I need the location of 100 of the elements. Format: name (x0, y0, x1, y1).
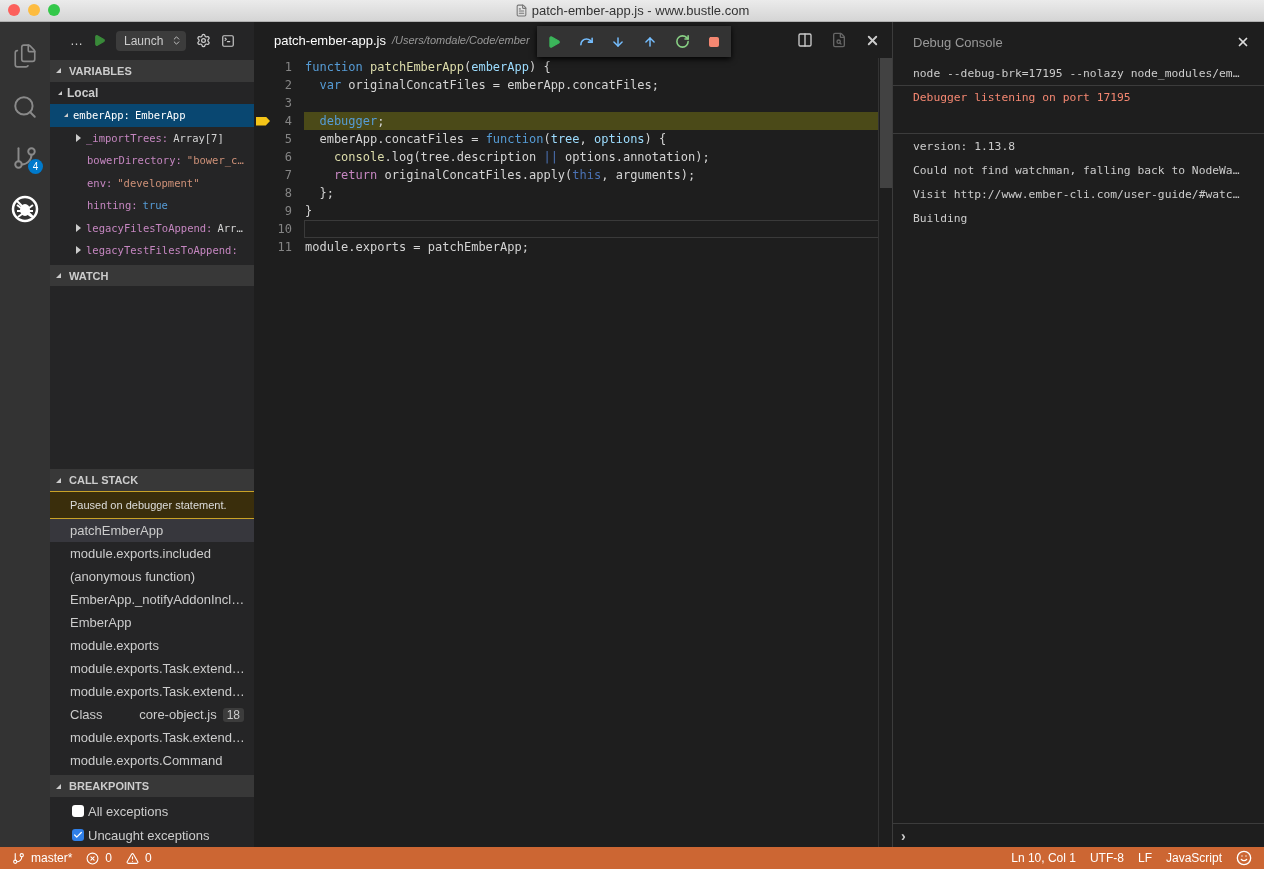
checkbox[interactable] (72, 829, 84, 841)
variable-name: bowerDirectory: (87, 154, 182, 167)
console-line: version: 1.13.8 (913, 139, 1016, 153)
line-number: 5 (283, 132, 292, 146)
stack-frame[interactable]: EmberApp (50, 611, 254, 635)
line-number: 10 (276, 222, 292, 236)
launch-select[interactable]: Launch (116, 30, 187, 51)
collapsed-icon[interactable] (76, 133, 81, 142)
stack-frame[interactable]: module.exports.included (50, 542, 254, 566)
console-title: Debug Console (913, 34, 1003, 50)
scope-label: Local (67, 85, 99, 100)
expanded-icon[interactable] (58, 90, 62, 95)
code-line: console.log(tree.description || options.annotation); (332, 149, 711, 166)
code-line: var originalConcatFiles = emberApp.concatFiles; (318, 77, 660, 94)
variable-value: "bower_c… (186, 154, 244, 167)
stack-frame[interactable]: EmberApp._notifyAddonIncl… (50, 588, 254, 612)
document-icon (514, 4, 528, 17)
close-icon[interactable] (1236, 35, 1250, 49)
console-icon[interactable] (221, 33, 236, 48)
line-number: 3 (283, 96, 292, 110)
code-line: }; (318, 185, 335, 202)
error-count[interactable]: 0 (105, 851, 113, 865)
file-path: /Users/tomdale/Code/ember (392, 34, 530, 46)
expanded-icon[interactable] (64, 113, 68, 118)
panel-title: … (70, 33, 83, 49)
files-icon (12, 43, 38, 69)
variable-value: Array[7] (173, 131, 224, 144)
variable-name: _importTrees: (86, 131, 169, 144)
branch-icon (12, 145, 38, 171)
stack-frame[interactable]: module.exports (50, 634, 254, 658)
cursor-position[interactable]: Ln 10, Col 1 (1011, 851, 1076, 865)
start-icon[interactable] (93, 34, 106, 48)
window-title: patch-ember-app.js - www.bustle.com (531, 3, 750, 18)
variable-row[interactable]: hinting: true (50, 194, 254, 217)
line-number: 6 (283, 150, 292, 164)
variable-row[interactable]: legacyTestFilesToAppend: (50, 239, 254, 262)
variable-name: legacyFilesToAppend: (86, 221, 213, 234)
code-line: module.exports = patchEmberApp; (304, 239, 530, 256)
stack-frame[interactable]: (anonymous function) (50, 565, 254, 589)
stack-frame[interactable]: module.exports.Task.extend… (50, 680, 254, 704)
variable-row[interactable]: emberApp: EmberApp (50, 104, 254, 127)
code-line: return originalConcatFiles.apply(this, arguments); (332, 167, 697, 184)
paused-message: Paused on debugger statement. (50, 491, 254, 520)
line-ending[interactable]: LF (1137, 851, 1152, 865)
step-out-icon[interactable] (643, 34, 657, 49)
line-number: 11 (276, 240, 292, 254)
variable-row[interactable]: env: "development" (50, 171, 254, 195)
section-header[interactable]: WATCH (50, 264, 254, 287)
settings-icon[interactable] (196, 33, 212, 49)
variable-name: legacyTestFilesToAppend: (86, 244, 238, 257)
split-editor-icon[interactable] (797, 32, 813, 48)
file-search-icon[interactable] (831, 32, 847, 48)
activity-button[interactable]: 4 (7, 140, 43, 176)
encoding[interactable]: UTF-8 (1089, 851, 1124, 865)
frame-file: core-object.js (139, 707, 217, 723)
console-line: node --debug-brk=17195 --nolazy node_modules/em… (913, 67, 1240, 80)
stop-icon[interactable] (708, 35, 720, 48)
checkbox-label: Uncaught exceptions (88, 827, 210, 843)
stack-frame[interactable]: module.exports.Command (50, 749, 254, 773)
error-icon (86, 851, 100, 865)
variable-row[interactable]: _importTrees: Array[7] (50, 126, 254, 150)
console-line: Debugger listening on port 17195 (913, 91, 1131, 104)
line-number: 2 (283, 78, 292, 92)
search-icon (12, 94, 38, 120)
language-mode[interactable]: JavaScript (1165, 851, 1222, 865)
line-badge: 18 (222, 707, 244, 722)
console-line: Could not find watchman, falling back to NodeWa… (913, 163, 1240, 177)
collapsed-icon[interactable] (76, 223, 81, 232)
section-header[interactable]: CALL STACK (50, 469, 254, 492)
variable-value: true (142, 199, 168, 212)
variable-value: EmberApp (134, 109, 186, 122)
variable-value: Arr… (217, 221, 243, 234)
variable-name: emberApp: (73, 109, 130, 122)
warning-count[interactable]: 0 (145, 851, 152, 865)
variable-row[interactable]: bowerDirectory: "bower_c… (50, 149, 254, 172)
stack-frame[interactable]: module.exports.Task.extend… (50, 726, 254, 750)
stack-frame[interactable]: patchEmberApp (50, 519, 254, 543)
collapsed-icon[interactable] (76, 246, 81, 255)
section-header[interactable]: BREAKPOINTS (50, 775, 254, 797)
section-header[interactable]: VARIABLES (50, 59, 254, 82)
feedback-icon[interactable] (1236, 850, 1252, 866)
branch-status[interactable]: master* (31, 851, 73, 865)
line-number: 9 (283, 204, 292, 218)
stack-frame[interactable]: Class core-object.js 18 (50, 703, 254, 727)
stack-frame[interactable]: module.exports.Task.extend… (50, 657, 254, 681)
checkbox[interactable] (72, 805, 84, 817)
checkbox-label: All exceptions (88, 803, 169, 819)
branch-icon (12, 851, 25, 865)
step-into-icon[interactable] (611, 34, 625, 49)
line-number: 1 (283, 60, 292, 74)
code-line: } (304, 203, 314, 220)
scrollbar[interactable] (878, 58, 892, 847)
code-line: function patchEmberApp(emberApp) { (304, 59, 552, 76)
restart-icon[interactable] (674, 34, 690, 49)
variable-name: env: (87, 176, 113, 189)
continue-icon[interactable] (547, 34, 561, 49)
variable-row[interactable]: legacyFilesToAppend: Arr… (50, 216, 254, 240)
count-badge: 4 (28, 159, 43, 174)
file-tab[interactable]: patch-ember-app.js (274, 32, 386, 48)
warning-icon (126, 851, 140, 865)
